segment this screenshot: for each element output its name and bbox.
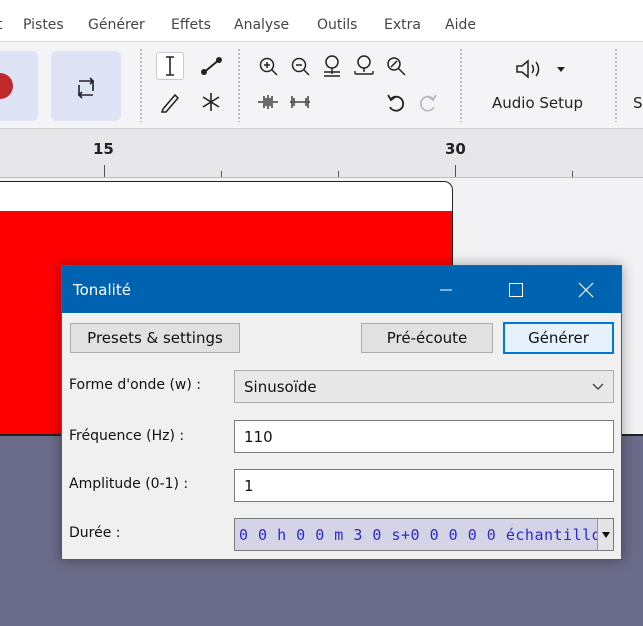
ruler-tick xyxy=(455,165,456,177)
toolbar: Audio Setup S xyxy=(0,42,643,129)
record-icon xyxy=(0,73,13,99)
toolbar-grip[interactable] xyxy=(459,48,463,122)
menu-item-generer[interactable]: Générer xyxy=(88,17,145,33)
menu-item-partial[interactable]: t xyxy=(0,17,3,33)
close-button[interactable] xyxy=(563,266,609,313)
frequency-label: Fréquence (Hz) : xyxy=(69,428,185,444)
waveform-label: Forme d'onde (w) : xyxy=(69,377,201,393)
timeline-ruler[interactable]: 15 30 xyxy=(0,129,643,178)
fit-project-button[interactable] xyxy=(350,52,378,80)
zoom-out-icon xyxy=(291,57,310,76)
waveform-select[interactable]: Sinusoïde xyxy=(234,370,614,403)
menu-item-aide[interactable]: Aide xyxy=(445,17,476,33)
menu-item-pistes[interactable]: Pistes xyxy=(23,17,64,33)
undo-icon xyxy=(387,94,405,112)
ruler-tick xyxy=(221,171,222,177)
fit-project-icon xyxy=(354,55,374,75)
frequency-input[interactable]: 110 xyxy=(234,420,614,453)
frequency-value: 110 xyxy=(244,427,273,446)
toolbar-grip[interactable] xyxy=(139,48,143,122)
zoom-toggle-button[interactable] xyxy=(382,52,410,80)
ruler-label-30: 30 xyxy=(445,140,466,158)
draw-tool-icon xyxy=(160,93,180,113)
menu-item-outils[interactable]: Outils xyxy=(317,17,357,33)
zoom-in-icon xyxy=(259,57,278,76)
dropdown-arrow-icon xyxy=(601,531,610,538)
toolbar-grip[interactable] xyxy=(614,48,618,122)
zoom-in-button[interactable] xyxy=(254,52,282,80)
loop-icon xyxy=(77,77,95,99)
dropdown-arrow-icon xyxy=(557,67,565,72)
menu-bar: t Pistes Générer Effets Analyse Outils E… xyxy=(0,0,643,42)
dialog-titlebar[interactable]: Tonalité xyxy=(62,266,621,313)
undo-button[interactable] xyxy=(382,88,410,116)
audio-setup-label: Audio Setup xyxy=(492,94,584,112)
zoom-out-button[interactable] xyxy=(286,52,314,80)
menu-item-effets[interactable]: Effets xyxy=(171,17,211,33)
maximize-icon xyxy=(509,282,523,297)
tone-dialog: Tonalité Presets & settings Pré-écoute G… xyxy=(61,265,622,560)
envelope-tool-button[interactable] xyxy=(197,52,225,80)
ruler-label-15: 15 xyxy=(93,140,114,158)
menu-item-extra[interactable]: Extra xyxy=(384,17,421,33)
trim-icon xyxy=(258,95,278,109)
selection-tool-button[interactable] xyxy=(156,52,184,80)
dialog-title: Tonalité xyxy=(73,281,131,299)
draw-tool-button[interactable] xyxy=(156,88,184,116)
amplitude-value: 1 xyxy=(244,476,254,495)
duration-value: 0 0 h 0 0 m 3 0 s+0 0 0 0 0 échantillons xyxy=(239,525,614,544)
duration-format-menu[interactable] xyxy=(597,519,613,550)
speaker-icon xyxy=(516,59,540,79)
menu-item-analyse[interactable]: Analyse xyxy=(234,17,289,33)
ruler-tick xyxy=(104,165,105,177)
amplitude-input[interactable]: 1 xyxy=(234,469,614,502)
loop-button[interactable] xyxy=(51,51,121,121)
maximize-button[interactable] xyxy=(493,266,539,313)
selection-tool-icon xyxy=(166,56,174,76)
chevron-down-icon xyxy=(592,383,604,390)
ruler-tick xyxy=(572,171,573,177)
audio-setup-button[interactable]: Audio Setup xyxy=(478,54,602,120)
redo-button[interactable] xyxy=(414,88,442,116)
fit-selection-button[interactable] xyxy=(318,52,346,80)
preview-button[interactable]: Pré-écoute xyxy=(361,323,493,353)
duration-input[interactable]: 0 0 h 0 0 m 3 0 s+0 0 0 0 0 échantillons xyxy=(234,518,614,551)
record-button[interactable] xyxy=(0,51,38,121)
presets-settings-button[interactable]: Presets & settings xyxy=(70,323,240,353)
minimize-button[interactable] xyxy=(423,266,469,313)
multi-tool-button[interactable] xyxy=(197,88,225,116)
fit-selection-icon xyxy=(324,55,340,77)
redo-icon xyxy=(419,94,437,112)
silence-icon xyxy=(290,96,310,108)
zoom-toggle-icon xyxy=(387,57,406,76)
waveform-value: Sinusoïde xyxy=(244,377,317,396)
envelope-tool-icon xyxy=(201,57,222,75)
silence-button[interactable] xyxy=(286,88,314,116)
minimize-icon xyxy=(440,289,452,290)
toolbar-grip[interactable] xyxy=(237,48,241,122)
trim-button[interactable] xyxy=(254,88,282,116)
close-icon xyxy=(578,282,594,297)
duration-label: Durée : xyxy=(69,525,121,541)
multi-tool-icon xyxy=(202,93,220,111)
amplitude-label: Amplitude (0-1) : xyxy=(69,476,189,492)
ruler-tick xyxy=(338,171,339,177)
generate-button[interactable]: Générer xyxy=(503,322,614,354)
next-toolbar-label-partial: S xyxy=(633,94,643,112)
